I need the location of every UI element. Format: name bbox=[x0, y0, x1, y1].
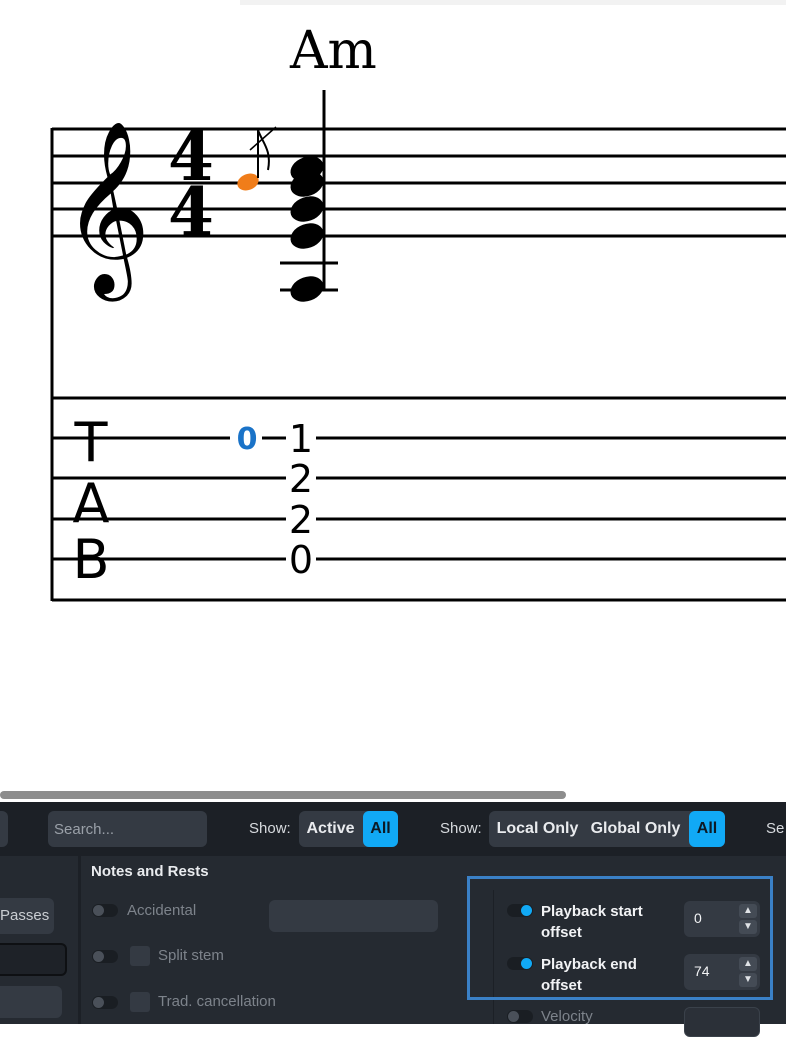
tab-fret-3[interactable]: 2 bbox=[289, 498, 313, 542]
search-input[interactable] bbox=[48, 811, 207, 847]
accidental-toggle[interactable] bbox=[92, 904, 118, 917]
tab-clef-b: B bbox=[72, 528, 109, 591]
show-label: Show: bbox=[249, 820, 291, 837]
tab-clef: T A B bbox=[72, 411, 109, 591]
tab-fret-2[interactable]: 2 bbox=[289, 457, 313, 501]
page-edge bbox=[240, 0, 786, 5]
show-filter-segment: Active All bbox=[299, 811, 398, 847]
show-active-button[interactable]: Active bbox=[299, 811, 362, 847]
tab-fret-4[interactable]: 0 bbox=[289, 538, 313, 582]
passes-button[interactable]: Passes bbox=[0, 898, 54, 934]
tab-grace-fret[interactable]: 0 bbox=[237, 422, 258, 457]
left-input-field[interactable] bbox=[0, 943, 67, 976]
trad-cancellation-label: Trad. cancellation bbox=[158, 993, 276, 1010]
passes-button-label: Passes bbox=[0, 907, 50, 924]
tab-fret-1[interactable]: 1 bbox=[289, 417, 313, 461]
split-stem-label: Split stem bbox=[158, 947, 224, 964]
panel-separator bbox=[78, 856, 81, 1024]
highlight-box bbox=[467, 876, 773, 1000]
am-chord[interactable] bbox=[280, 90, 338, 306]
scope-all-button[interactable]: All bbox=[689, 811, 725, 847]
time-signature-bottom: 4 bbox=[168, 173, 214, 251]
scope-filter-segment: Local Only Global Only All bbox=[489, 811, 725, 847]
accidental-label: Accidental bbox=[127, 902, 197, 919]
treble-clef-icon: 𝄞 bbox=[62, 120, 151, 302]
scope-show-label: Show: bbox=[440, 820, 482, 837]
score-view[interactable]: 𝄞 4 4 Am T A B 0 1 2 2 0 bbox=[0, 0, 786, 790]
velocity-field[interactable] bbox=[684, 1007, 760, 1037]
split-stem-toggle[interactable] bbox=[92, 950, 118, 963]
group-title-notes-and-rests: Notes and Rests bbox=[91, 863, 209, 880]
trad-cancellation-toggle[interactable] bbox=[92, 996, 118, 1009]
velocity-label: Velocity bbox=[541, 1008, 593, 1025]
toolbar-left-button[interactable] bbox=[0, 811, 8, 847]
split-stem-checkbox[interactable] bbox=[130, 946, 150, 966]
tab-clef-t: T bbox=[74, 411, 109, 474]
show-all-button[interactable]: All bbox=[363, 811, 398, 847]
tab-staff bbox=[52, 396, 786, 602]
toolbar-cut-label: Se bbox=[766, 820, 785, 837]
horizontal-scrollbar-thumb[interactable] bbox=[0, 791, 566, 799]
score-canvas[interactable]: 𝄞 4 4 Am T A B 0 1 2 2 0 bbox=[0, 0, 786, 790]
global-only-button[interactable]: Global Only bbox=[586, 811, 685, 847]
chord-symbol[interactable]: Am bbox=[289, 21, 377, 81]
treble-staff bbox=[50, 127, 786, 601]
left-dropdown[interactable] bbox=[0, 986, 62, 1018]
tab-chord-frets[interactable]: 1 2 2 0 bbox=[289, 417, 313, 582]
tab-clef-a: A bbox=[73, 472, 110, 535]
local-only-button[interactable]: Local Only bbox=[489, 811, 586, 847]
velocity-toggle[interactable] bbox=[507, 1010, 533, 1023]
trad-cancellation-checkbox[interactable] bbox=[130, 992, 150, 1012]
accidental-field[interactable] bbox=[269, 900, 438, 932]
